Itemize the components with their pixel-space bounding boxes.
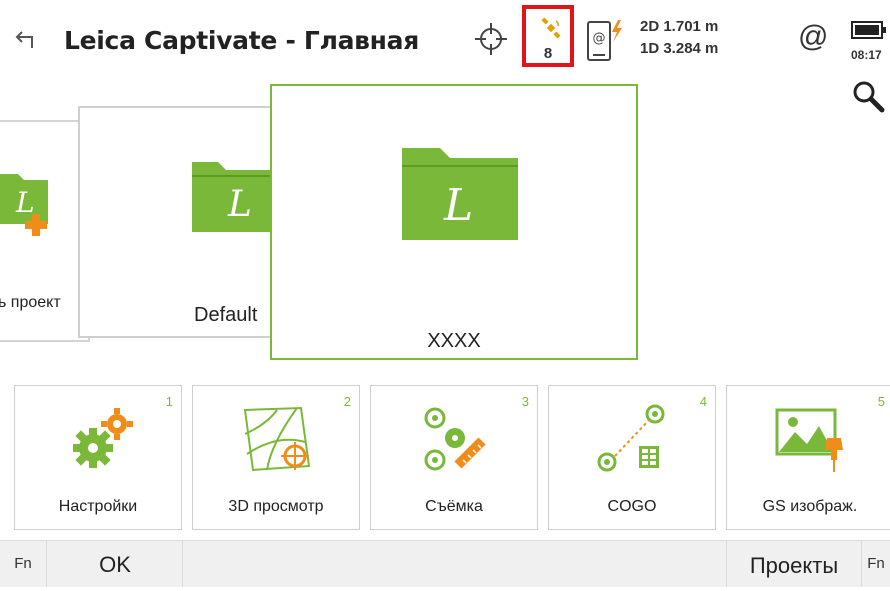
tile-label: GS изображ. bbox=[762, 498, 858, 515]
project-card-label: Default bbox=[194, 304, 258, 326]
precision-2d: 2D 1.701 m bbox=[640, 18, 719, 35]
tile-gs-image[interactable]: 5 GS изображ. bbox=[726, 385, 890, 530]
search-icon[interactable] bbox=[850, 78, 886, 114]
header-bar: Leica Captivate - Главная 8 @ 2D 1.701 m… bbox=[0, 0, 890, 74]
fn-right-button[interactable]: Fn bbox=[861, 541, 890, 587]
tile-number: 4 bbox=[699, 394, 707, 409]
svg-text:L: L bbox=[227, 184, 252, 225]
fn-left-button[interactable]: Fn bbox=[0, 541, 47, 587]
phone-connection-icon[interactable]: @ bbox=[584, 18, 626, 64]
tile-number: 5 bbox=[877, 394, 885, 409]
tile-number: 2 bbox=[343, 394, 351, 409]
tile-number: 1 bbox=[165, 394, 173, 409]
tile-survey[interactable]: 3 Съёмка bbox=[370, 385, 538, 530]
projects-button[interactable]: Проекты bbox=[726, 541, 861, 587]
gears-icon bbox=[73, 408, 133, 468]
ok-button[interactable]: OK bbox=[48, 541, 183, 587]
project-card-new[interactable]: L ь проект bbox=[0, 120, 90, 342]
folder-icon: L bbox=[402, 148, 518, 240]
project-card-selected[interactable]: L XXXX bbox=[270, 84, 638, 360]
battery-icon[interactable] bbox=[851, 20, 887, 40]
tile-3d-view[interactable]: 2 3D просмотр bbox=[192, 385, 360, 530]
tile-settings[interactable]: 1 Настройки bbox=[14, 385, 182, 530]
svg-text:@: @ bbox=[593, 31, 606, 46]
bottom-button-bar: Fn OK Проекты Fn bbox=[0, 540, 890, 587]
tile-label: COGO bbox=[607, 498, 657, 515]
tile-label: Съёмка bbox=[425, 498, 483, 515]
back-icon[interactable] bbox=[14, 26, 40, 52]
tile-label: 3D просмотр bbox=[228, 498, 324, 515]
satellite-count: 8 bbox=[543, 45, 553, 62]
project-card-default[interactable]: L Default bbox=[78, 106, 288, 338]
precision-1d: 1D 3.284 m bbox=[640, 40, 719, 57]
project-card-label: XXXX bbox=[427, 330, 481, 352]
clock: 08:17 bbox=[851, 48, 882, 62]
svg-text:L: L bbox=[443, 180, 473, 231]
internet-status-icon[interactable]: @ bbox=[798, 20, 828, 54]
project-card-label: ь проект bbox=[0, 294, 61, 311]
new-project-folder-icon: L bbox=[0, 174, 48, 236]
page-title: Leica Captivate - Главная bbox=[64, 26, 419, 55]
gs-image-icon bbox=[775, 408, 843, 472]
crosshair-icon[interactable] bbox=[474, 22, 508, 56]
survey-icon bbox=[424, 407, 486, 471]
tile-number: 3 bbox=[521, 394, 529, 409]
3d-map-icon bbox=[243, 406, 311, 472]
svg-text:L: L bbox=[15, 186, 35, 219]
satellite-status-button[interactable]: 8 bbox=[522, 5, 574, 67]
position-precision[interactable]: 2D 1.701 m 1D 3.284 m bbox=[640, 16, 718, 60]
satellite-icon bbox=[541, 17, 561, 39]
tile-cogo[interactable]: 4 COGO bbox=[548, 385, 716, 530]
cogo-icon bbox=[597, 404, 665, 472]
tile-label: Настройки bbox=[58, 498, 138, 515]
